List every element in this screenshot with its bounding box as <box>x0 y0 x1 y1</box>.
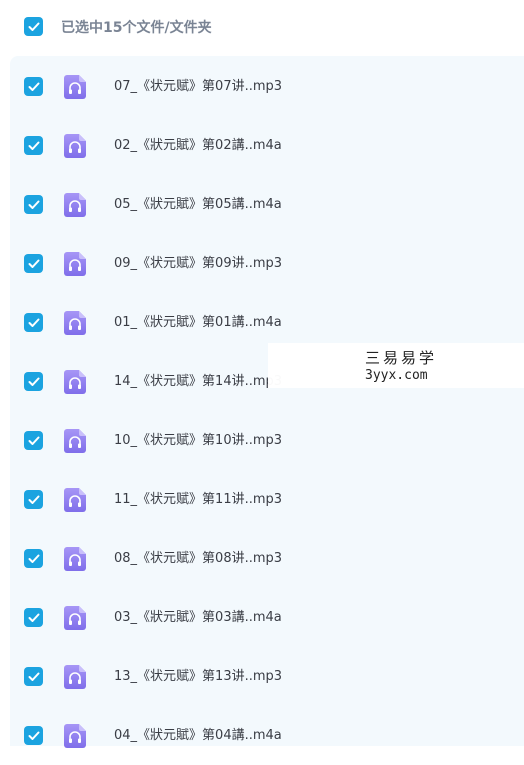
audio-file-icon <box>64 665 86 689</box>
file-checkbox[interactable] <box>24 549 43 568</box>
file-name: 08_《状元赋》第08讲..mp3 <box>114 551 283 566</box>
file-row[interactable]: 02_《狀元賦》第02講..m4a <box>10 116 524 175</box>
checkmark-icon <box>28 436 39 445</box>
selection-header: 已选中15个文件/文件夹 <box>0 0 524 56</box>
file-row[interactable]: 07_《状元赋》第07讲..mp3 <box>10 57 524 116</box>
audio-file-icon <box>64 252 86 276</box>
checkmark-icon <box>28 613 39 622</box>
file-name: 01_《狀元賦》第01講..m4a <box>114 315 282 330</box>
file-checkbox[interactable] <box>24 667 43 686</box>
audio-file-icon <box>64 547 86 571</box>
checkmark-icon <box>28 731 39 740</box>
file-checkbox[interactable] <box>24 608 43 627</box>
audio-file-icon <box>64 429 86 453</box>
checkmark-icon <box>28 318 39 327</box>
file-name: 05_《狀元賦》第05講..m4a <box>114 197 282 212</box>
file-name: 10_《状元赋》第10讲..mp3 <box>114 433 283 448</box>
file-row[interactable]: 11_《状元赋》第11讲..mp3 <box>10 470 524 529</box>
file-name: 11_《状元赋》第11讲..mp3 <box>114 492 283 507</box>
watermark: 三易易学 3yyx.com <box>268 343 524 388</box>
audio-file-icon <box>64 75 86 99</box>
file-name: 03_《狀元賦》第03講..m4a <box>114 610 282 625</box>
file-checkbox[interactable] <box>24 254 43 273</box>
file-checkbox[interactable] <box>24 431 43 450</box>
checkmark-icon <box>28 82 39 91</box>
audio-file-icon <box>64 370 86 394</box>
audio-file-icon <box>64 724 86 748</box>
audio-file-icon <box>64 134 86 158</box>
audio-file-icon <box>64 606 86 630</box>
file-name: 14_《状元赋》第14讲..mp3 <box>114 374 283 389</box>
file-name: 02_《狀元賦》第02講..m4a <box>114 138 282 153</box>
selection-count-label: 已选中15个文件/文件夹 <box>61 20 212 36</box>
file-checkbox[interactable] <box>24 195 43 214</box>
file-name: 13_《状元赋》第13讲..mp3 <box>114 669 283 684</box>
checkmark-icon <box>28 200 39 209</box>
file-row[interactable]: 04_《狀元賦》第04講..m4a <box>10 706 524 765</box>
file-row[interactable]: 05_《狀元賦》第05講..m4a <box>10 175 524 234</box>
file-list: 07_《状元赋》第07讲..mp3 02_《狀元賦》第02講..m4a 05_《狀元… <box>10 56 524 748</box>
checkmark-icon <box>28 141 39 150</box>
watermark-title: 三易易学 <box>365 349 438 367</box>
audio-file-icon <box>64 193 86 217</box>
file-checkbox[interactable] <box>24 726 43 745</box>
audio-file-icon <box>64 311 86 335</box>
checkmark-icon <box>28 672 39 681</box>
file-row[interactable]: 10_《状元赋》第10讲..mp3 <box>10 411 524 470</box>
select-all-checkbox[interactable] <box>24 17 43 36</box>
file-row[interactable]: 13_《状元赋》第13讲..mp3 <box>10 647 524 706</box>
file-checkbox[interactable] <box>24 490 43 509</box>
checkmark-icon <box>28 259 39 268</box>
file-checkbox[interactable] <box>24 372 43 391</box>
file-name: 04_《狀元賦》第04講..m4a <box>114 728 282 743</box>
watermark-url: 3yyx.com <box>365 368 428 383</box>
file-checkbox[interactable] <box>24 136 43 155</box>
audio-file-icon <box>64 488 86 512</box>
checkmark-icon <box>28 22 39 31</box>
checkmark-icon <box>28 377 39 386</box>
file-row[interactable]: 08_《状元赋》第08讲..mp3 <box>10 529 524 588</box>
checkmark-icon <box>28 554 39 563</box>
file-row[interactable]: 09_《状元赋》第09讲..mp3 <box>10 234 524 293</box>
file-name: 09_《状元赋》第09讲..mp3 <box>114 256 283 271</box>
file-checkbox[interactable] <box>24 313 43 332</box>
file-row[interactable]: 03_《狀元賦》第03講..m4a <box>10 588 524 647</box>
checkmark-icon <box>28 495 39 504</box>
file-checkbox[interactable] <box>24 77 43 96</box>
file-name: 07_《状元赋》第07讲..mp3 <box>114 79 283 94</box>
